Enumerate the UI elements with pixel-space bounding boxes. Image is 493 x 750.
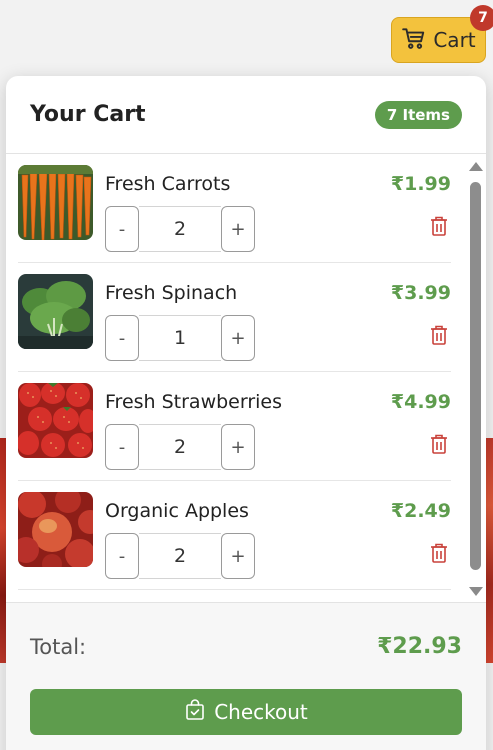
scroll-up-arrow-icon[interactable] <box>469 162 483 171</box>
trash-icon[interactable] <box>429 433 449 455</box>
item-price: ₹2.49 <box>390 500 451 522</box>
cart-icon <box>401 25 427 56</box>
strawberries-image <box>18 383 93 458</box>
quantity-stepper: - 2 + <box>105 533 255 579</box>
total-label: Total: <box>30 635 87 659</box>
cart-items-list[interactable]: Fresh Carrots ₹1.99 - 2 + Fresh Spinach … <box>6 154 486 602</box>
checkout-button[interactable]: Checkout <box>30 689 462 735</box>
scroll-down-arrow-icon[interactable] <box>469 587 483 596</box>
trash-icon[interactable] <box>429 324 449 346</box>
cart-header: Your Cart 7 Items <box>6 76 486 154</box>
total-value: ₹22.93 <box>377 634 462 659</box>
scrollbar[interactable] <box>467 154 483 602</box>
increment-button[interactable]: + <box>221 533 255 579</box>
checkout-label: Checkout <box>214 700 308 724</box>
item-name: Organic Apples <box>105 500 249 522</box>
cart-item: Organic Apples ₹2.49 - 2 + <box>18 481 451 590</box>
cart-panel: Your Cart 7 Items Fresh Carrots ₹1.99 - … <box>6 76 486 750</box>
trash-icon[interactable] <box>429 542 449 564</box>
item-name: Fresh Strawberries <box>105 391 283 413</box>
quantity-value[interactable]: 1 <box>139 315 221 361</box>
quantity-stepper: - 1 + <box>105 315 255 361</box>
quantity-value[interactable]: 2 <box>139 424 221 470</box>
increment-button[interactable]: + <box>221 206 255 252</box>
trash-icon[interactable] <box>429 215 449 237</box>
cart-button-label: Cart <box>433 28 476 52</box>
item-name: Fresh Spinach <box>105 282 238 304</box>
cart-item: Fresh Strawberries ₹4.99 - 2 + <box>18 372 451 481</box>
cart-item: Fresh Spinach ₹3.99 - 1 + <box>18 263 451 372</box>
spinach-image <box>18 274 93 349</box>
cart-count-badge: 7 <box>470 5 493 31</box>
scrollbar-thumb[interactable] <box>470 182 481 570</box>
shopping-bag-check-icon <box>184 698 206 726</box>
item-price: ₹1.99 <box>390 173 451 195</box>
items-count-badge: 7 Items <box>374 100 462 129</box>
decrement-button[interactable]: - <box>105 424 139 470</box>
quantity-value[interactable]: 2 <box>139 206 221 252</box>
apples-image <box>18 492 93 567</box>
item-price: ₹3.99 <box>390 282 451 304</box>
item-name: Fresh Carrots <box>105 173 231 195</box>
cart-footer: Total: ₹22.93 Checkout <box>6 602 486 750</box>
cart-item: Fresh Carrots ₹1.99 - 2 + <box>18 154 451 263</box>
increment-button[interactable]: + <box>221 315 255 361</box>
quantity-value[interactable]: 2 <box>139 533 221 579</box>
quantity-stepper: - 2 + <box>105 206 255 252</box>
increment-button[interactable]: + <box>221 424 255 470</box>
carrots-image <box>18 165 93 240</box>
decrement-button[interactable]: - <box>105 206 139 252</box>
decrement-button[interactable]: - <box>105 315 139 361</box>
quantity-stepper: - 2 + <box>105 424 255 470</box>
decrement-button[interactable]: - <box>105 533 139 579</box>
item-price: ₹4.99 <box>390 391 451 413</box>
cart-title: Your Cart <box>30 102 146 127</box>
